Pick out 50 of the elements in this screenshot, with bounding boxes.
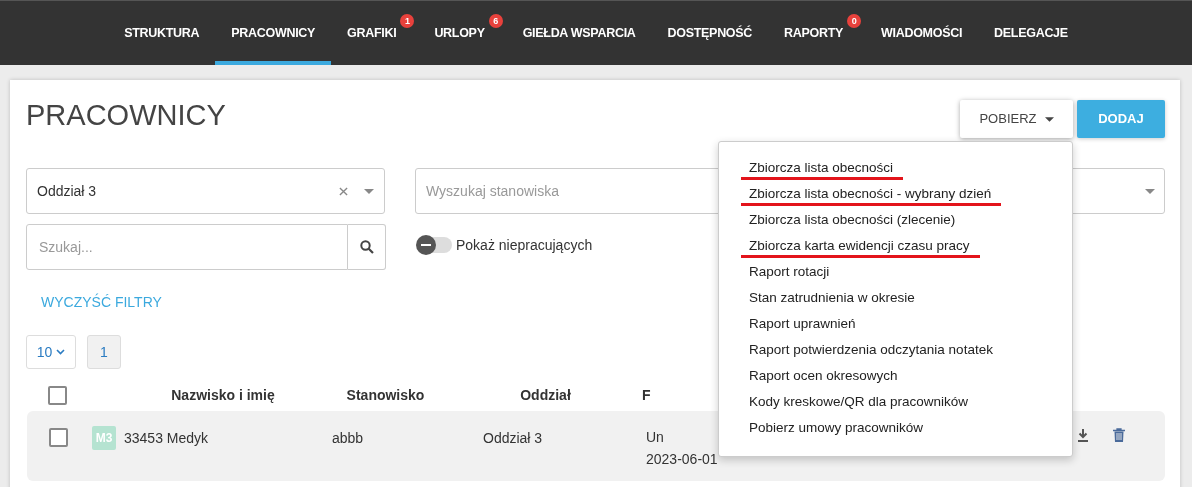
column-header: Oddział (519, 385, 572, 405)
page-size-select[interactable]: 10 (26, 335, 76, 369)
nav-tab[interactable]: STRUKTURA (108, 1, 216, 65)
select-all-checkbox[interactable] (47, 385, 67, 405)
caret-icon (364, 188, 374, 194)
menu-item[interactable]: Kody kreskowe/QR dla pracowników (719, 392, 1072, 418)
toggle-switch[interactable] (418, 237, 452, 253)
column-header: Nazwisko i imię (170, 385, 276, 405)
page-title: PRACOWNICY (26, 98, 226, 133)
search-field[interactable]: Szukaj... (26, 224, 348, 270)
menu-item[interactable]: Stan zatrudnienia w okresie (719, 288, 1072, 314)
menu-item[interactable]: Raport ocen okresowych (719, 366, 1072, 392)
toggle-label: Pokaż niepracujących (456, 235, 593, 255)
download-button[interactable]: POBIERZ (960, 100, 1073, 138)
caret-icon (1044, 116, 1054, 122)
notification-badge: 1 (400, 14, 415, 28)
table-cell-text: Un (646, 428, 665, 446)
menu-item[interactable]: Raport rotacji (719, 262, 1072, 288)
trash-icon[interactable] (1113, 428, 1125, 442)
search-icon (359, 240, 374, 254)
download-icon[interactable] (1077, 428, 1089, 442)
table-cell-text: abbb (331, 429, 365, 448)
employee-name: 33453 Medyk (124, 428, 209, 448)
table-cell-text: Oddział 3 (482, 429, 544, 448)
nav-tab[interactable]: PRACOWNICY (215, 1, 332, 65)
menu-item[interactable]: Zbiorcza lista obecności - wybrany dzień (719, 184, 1072, 210)
search-button[interactable] (348, 224, 386, 270)
caret-icon (1145, 189, 1155, 194)
notification-badge: 0 (847, 14, 862, 28)
menu-item[interactable]: Raport potwierdzenia odczytania notatek (719, 340, 1072, 366)
menu-item[interactable]: Zbiorcza karta ewidencji czasu pracy (719, 236, 1072, 262)
table-cell-text: 2023-06-01 (646, 450, 718, 469)
clear-icon[interactable] (339, 186, 348, 196)
nav-tab[interactable]: GIEŁDA WSPARCIA (506, 1, 652, 65)
nav-tab[interactable]: RAPORTY 0 (768, 1, 866, 65)
nav-tab[interactable]: DOSTĘPNOŚĆ (651, 1, 769, 65)
nav-tab[interactable]: URLOPY 6 (418, 1, 507, 65)
row-checkbox[interactable] (48, 428, 68, 447)
column-header: F (642, 385, 652, 405)
avatar: M3 (92, 426, 116, 450)
menu-item[interactable]: Pobierz umowy pracowników (719, 418, 1072, 444)
column-header: Stanowisko (345, 385, 426, 405)
nav-tab[interactable]: GRAFIKI 1 (331, 1, 419, 65)
notification-badge: 6 (488, 14, 503, 28)
page-button[interactable]: 1 (87, 335, 121, 369)
chevron-icon (56, 349, 66, 355)
department-select[interactable]: Oddział 3 (26, 168, 385, 214)
menu-item[interactable]: Raport uprawnień (719, 314, 1072, 340)
nav-tab[interactable]: WIADOMOŚCI (865, 1, 979, 65)
nav-tab[interactable]: DELEGACJE (978, 1, 1084, 65)
